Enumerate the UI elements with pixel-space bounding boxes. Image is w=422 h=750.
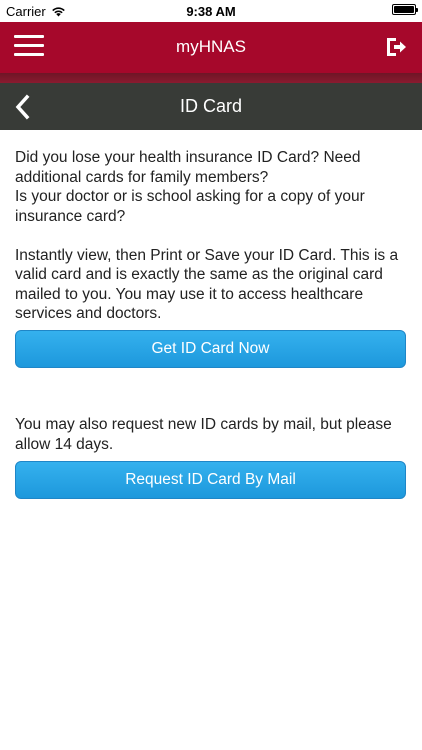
main-content: Did you lose your health insurance ID Ca… (15, 148, 407, 324)
app-title: myHNAS (176, 37, 246, 56)
status-time: 9:38 AM (186, 4, 236, 19)
header-stripe (0, 73, 422, 83)
page-title: ID Card (179, 96, 242, 116)
get-id-card-button[interactable]: Get ID Card Now (15, 330, 406, 368)
battery-fill (394, 6, 414, 13)
request-by-mail-button[interactable]: Request ID Card By Mail (15, 461, 406, 499)
mail-request-text: You may also request new ID cards by mai… (15, 416, 392, 453)
app-header: myHNAS (0, 22, 422, 73)
status-bar: Carrier 9:38 AM (0, 0, 422, 22)
status-right (392, 4, 418, 15)
instant-view-text: Instantly view, then Print or Save your … (15, 246, 399, 323)
nav-bar: ID Card (0, 83, 422, 130)
battery-icon (392, 4, 418, 15)
intro-text-1: Did you lose your health insurance ID Ca… (15, 149, 361, 186)
intro-text-2: Is your doctor or is school asking for a… (15, 188, 365, 225)
logout-icon[interactable] (384, 35, 408, 59)
